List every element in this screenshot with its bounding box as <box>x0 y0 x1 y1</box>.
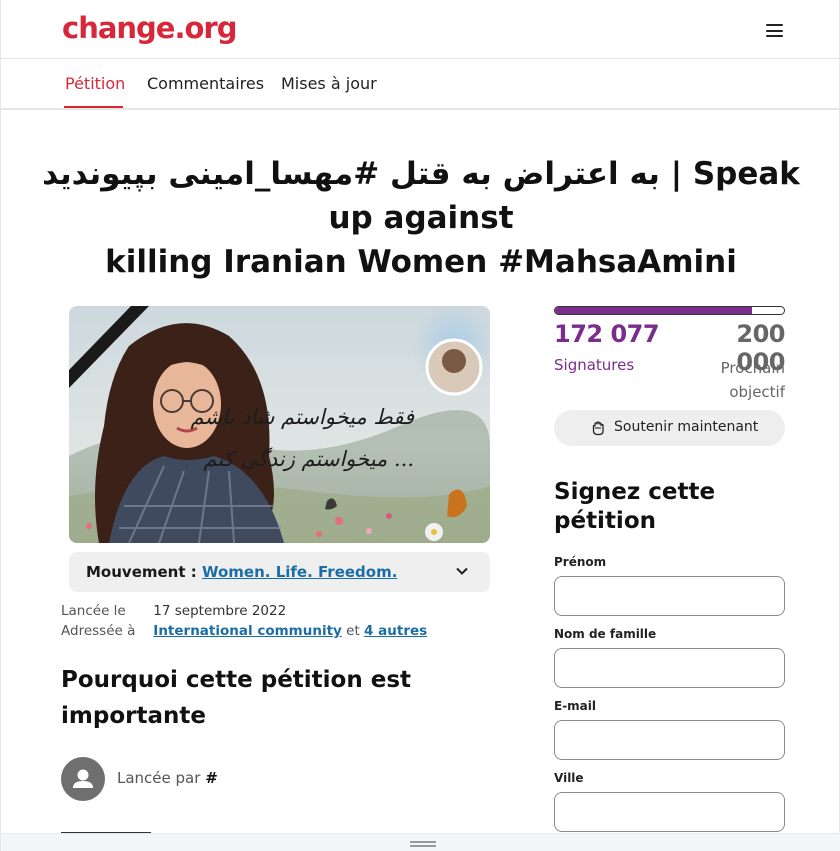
city-field[interactable] <box>554 792 785 832</box>
change-org-logo[interactable]: change.org <box>62 11 237 45</box>
city-label: Ville <box>554 771 584 785</box>
email-field[interactable] <box>554 720 785 760</box>
image-calligraphy-line-2: میخواستم زندگی کنم ... <box>203 447 414 472</box>
image-calligraphy-line-1: فقط میخواستم شاد باشم <box>190 405 414 430</box>
signature-progress-bar <box>554 306 785 315</box>
first-name-label: Prénom <box>554 555 607 569</box>
hero-illustration: فقط میخواستم شاد باشم میخواستم زندگی کنم… <box>69 306 490 543</box>
signature-count: 172 077 <box>554 320 660 348</box>
chevron-down-icon[interactable] <box>456 565 468 577</box>
page: change.org Pétition Commentaires Mises à… <box>0 0 840 851</box>
petition-title-line-2: killing Iranian Women #MahsaAmini <box>105 244 737 280</box>
movement-label: Mouvement : Women. Life. Freedom. <box>86 563 398 581</box>
bottom-resize-bar <box>1 833 840 851</box>
petition-title-line-1: به اعتراض به قتل #مهسا_امینی بپیوندید | … <box>42 156 800 236</box>
support-now-label: Soutenir maintenant <box>614 419 759 435</box>
signature-progress-fill <box>555 307 752 314</box>
tab-petition[interactable]: Pétition <box>65 74 125 93</box>
top-bar: change.org <box>1 0 840 59</box>
hamburger-menu-icon[interactable] <box>766 24 783 37</box>
petition-title: به اعتراض به قتل #مهسا_امینی بپیوندید | … <box>21 152 821 284</box>
launched-key: Lancée le <box>61 603 126 619</box>
tab-comments[interactable]: Commentaires <box>147 74 264 93</box>
started-by-text: Lancée par # <box>117 769 218 787</box>
starter-name[interactable]: # <box>205 769 218 787</box>
signature-goal-label: Prochain objectif <box>720 359 785 401</box>
addressed-others-link[interactable]: 4 autres <box>364 623 427 639</box>
addressed-key: Adressée à <box>61 623 136 639</box>
signature-count-label: Signatures <box>554 356 635 374</box>
raised-fist-icon <box>592 421 604 436</box>
addressed-target-link[interactable]: International community <box>153 623 342 639</box>
tab-updates[interactable]: Mises à jour <box>281 74 377 93</box>
last-name-label: Nom de famille <box>554 627 657 641</box>
active-tab-indicator <box>64 106 123 108</box>
why-heading: Pourquoi cette pétition est importante <box>61 667 412 729</box>
movement-dropdown[interactable]: Mouvement : Women. Life. Freedom. <box>69 552 490 592</box>
email-label: E-mail <box>554 699 597 713</box>
first-name-field[interactable] <box>554 576 785 616</box>
last-name-field[interactable] <box>554 648 785 688</box>
movement-link[interactable]: Women. Life. Freedom. <box>202 563 397 581</box>
addressed-to-row: Adressée à International community et 4 … <box>61 623 427 639</box>
launched-date: 17 septembre 2022 <box>153 603 287 619</box>
petition-hero-image: فقط میخواستم شاد باشم میخواستم زندگی کنم… <box>69 306 490 543</box>
support-now-button[interactable]: Soutenir maintenant <box>554 410 785 446</box>
addressed-and: et <box>346 623 360 639</box>
sign-form-heading: Signez cette pétition <box>554 479 716 534</box>
user-icon <box>73 769 93 788</box>
resize-grip-icon[interactable] <box>410 841 436 847</box>
petition-tabs: Pétition Commentaires Mises à jour <box>1 60 840 110</box>
avatar <box>61 757 105 801</box>
launched-date-row: Lancée le 17 septembre 2022 <box>61 603 286 619</box>
